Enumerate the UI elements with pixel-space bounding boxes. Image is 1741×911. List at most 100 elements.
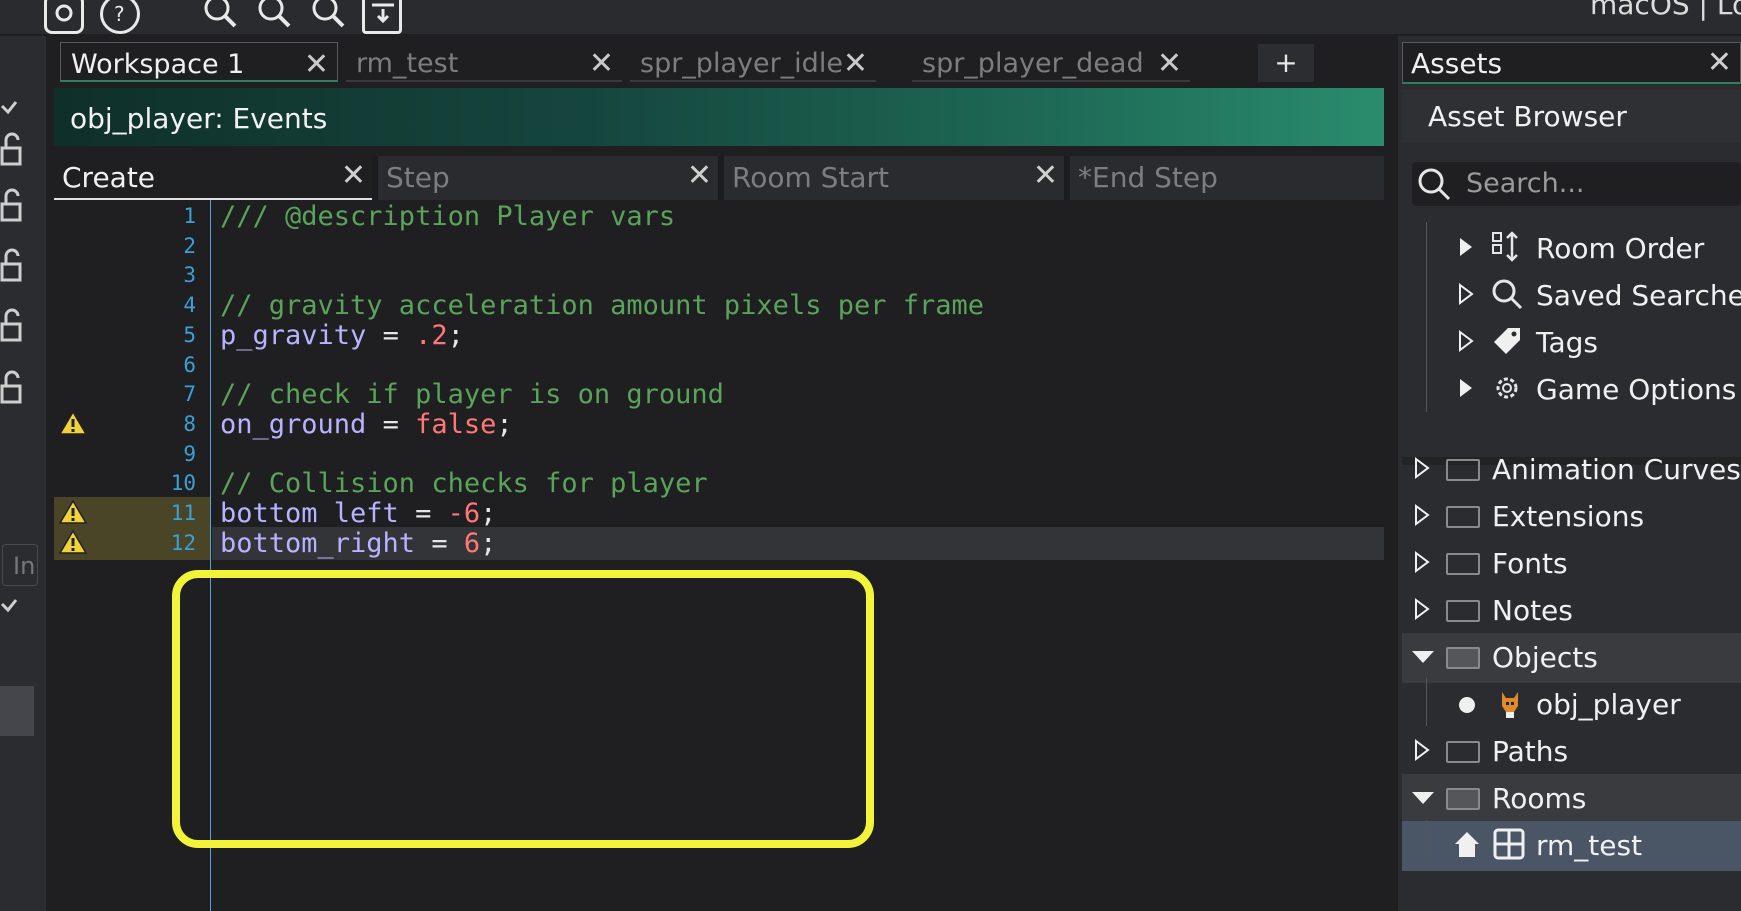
tree-item-obj-player[interactable]: obj_player [1402, 680, 1741, 730]
expand-triangle-icon[interactable] [1414, 457, 1430, 479]
object-events-title: obj_player: Events [70, 102, 328, 135]
tab-spr-player-idle[interactable]: spr_player_idle ✕ [630, 42, 876, 82]
tab-label: Create [62, 161, 156, 194]
tree-item-label: Saved Searches [1536, 279, 1741, 312]
code-token: ; [496, 408, 513, 440]
tree-folder-fonts[interactable]: Fonts [1402, 539, 1741, 589]
strip-input[interactable]: In [2, 544, 38, 586]
asset-browser-label: Asset Browser [1428, 100, 1627, 133]
line-number: 9 [183, 441, 196, 466]
add-tab-button[interactable]: + [1258, 44, 1314, 82]
asset-search-input[interactable]: Search... [1412, 162, 1741, 206]
expand-triangle-icon[interactable] [1458, 330, 1474, 352]
code-token: on_ground [220, 408, 367, 440]
close-icon[interactable]: ✕ [589, 46, 614, 81]
tab-workspace-1[interactable]: Workspace 1 ✕ [60, 42, 338, 82]
code-line[interactable]: bottom_right = 6; [212, 526, 1384, 560]
tree-guide-line [1426, 820, 1427, 860]
tree-item-room-order[interactable]: Room Order [1402, 224, 1741, 274]
warning-icon[interactable] [58, 499, 88, 529]
room-order-icon [1492, 231, 1518, 262]
close-icon[interactable]: ✕ [341, 158, 366, 193]
warning-icon[interactable] [58, 529, 88, 559]
zoom-reset-icon[interactable] [306, 0, 346, 34]
line-number: 11 [170, 501, 196, 525]
zoom-in-icon[interactable] [198, 0, 238, 34]
expand-triangle-icon[interactable] [1414, 598, 1430, 620]
tab-step-event[interactable]: Step ✕ [378, 156, 718, 200]
search-icon [1418, 168, 1451, 201]
tree-item-tags[interactable]: Tags [1402, 318, 1741, 368]
code-line[interactable]: p_gravity = .2; [220, 319, 464, 352]
unlock-icon[interactable] [0, 188, 26, 224]
tree-folder-paths[interactable]: Paths [1402, 727, 1741, 777]
line-number: 4 [183, 293, 196, 318]
close-icon[interactable]: ✕ [1033, 158, 1058, 193]
expand-triangle-icon[interactable] [1414, 739, 1430, 761]
unlock-icon[interactable] [0, 308, 26, 344]
zoom-out-icon[interactable] [252, 0, 292, 34]
close-icon[interactable]: ✕ [1157, 46, 1182, 81]
fit-screen-icon[interactable] [362, 0, 402, 34]
expand-triangle-icon[interactable] [1458, 377, 1474, 399]
object-events-header: obj_player: Events [54, 88, 1384, 146]
unlock-icon[interactable] [0, 248, 26, 284]
gutter-line: 4 [54, 289, 210, 322]
close-icon[interactable]: ✕ [304, 47, 329, 82]
settings-icon[interactable] [44, 0, 84, 34]
tree-item-label: Animation Curves [1492, 453, 1741, 486]
close-icon[interactable]: ✕ [687, 158, 712, 193]
tab-room-start-event[interactable]: Room Start ✕ [724, 156, 1064, 200]
folder-icon [1446, 506, 1480, 528]
help-icon[interactable]: ? [100, 0, 140, 34]
search-icon [1492, 279, 1523, 310]
tree-item-game-options[interactable]: Game Options [1402, 365, 1741, 415]
tree-item-saved-searches[interactable]: Saved Searches [1402, 271, 1741, 321]
checkmark-icon[interactable] [0, 96, 26, 132]
collapse-triangle-icon[interactable] [1410, 790, 1436, 806]
code-line[interactable]: on_ground = false; [220, 408, 513, 441]
tree-folder-objects[interactable]: Objects [1402, 633, 1741, 683]
expand-triangle-icon[interactable] [1458, 236, 1474, 258]
tab-assets[interactable]: Assets ✕ [1402, 42, 1741, 84]
tab-spr-player-dead[interactable]: spr_player_dead ✕ [912, 42, 1190, 82]
code-line[interactable]: // Collision checks for player [220, 467, 708, 500]
code-token: ; [480, 498, 497, 529]
tree-item-label: Tags [1536, 326, 1598, 359]
gutter-line: 7 [54, 378, 210, 411]
code-line[interactable]: bottom_left = -6; [220, 497, 496, 530]
code-editor[interactable]: 1 2 3 4 5 6 7 8 9 10 11 12 /// @description Player … [54, 200, 1384, 911]
tree-item-rm-test[interactable]: rm_test [1402, 821, 1741, 871]
warning-icon[interactable] [58, 410, 88, 440]
folder-open-icon [1446, 647, 1480, 669]
tab-end-step-event[interactable]: *End Step [1070, 156, 1384, 200]
collapse-triangle-icon[interactable] [1410, 649, 1436, 665]
gutter-line: 11 [54, 497, 210, 530]
tab-label: Room Start [732, 161, 890, 194]
tree-folder-animation-curves[interactable]: Animation Curves [1402, 445, 1741, 495]
expand-triangle-icon[interactable] [1414, 551, 1430, 573]
unlock-icon[interactable] [0, 370, 26, 406]
expand-triangle-icon[interactable] [1458, 283, 1474, 305]
tree-folder-notes[interactable]: Notes [1402, 586, 1741, 636]
code-line[interactable]: // check if player is on ground [220, 378, 724, 411]
code-token: ; [447, 319, 464, 351]
code-line[interactable]: /// @description Player vars [220, 200, 675, 233]
tab-label: Workspace 1 [71, 49, 245, 80]
tree-folder-extensions[interactable]: Extensions [1402, 492, 1741, 542]
unlock-icon[interactable] [0, 132, 26, 168]
tab-create-event[interactable]: Create ✕ [54, 156, 372, 200]
checkmark-icon[interactable] [0, 594, 26, 630]
expand-triangle-icon[interactable] [1414, 504, 1430, 526]
close-icon[interactable]: ✕ [843, 46, 868, 81]
platform-label[interactable]: macOS | Lo [1590, 0, 1741, 21]
code-token: ; [480, 527, 497, 559]
tab-rm-test[interactable]: rm_test ✕ [346, 42, 622, 82]
code-line[interactable]: // gravity acceleration amount pixels pe… [220, 289, 984, 322]
gear-icon [1496, 377, 1518, 399]
code-token: // Collision checks for player [220, 468, 708, 500]
line-number: 1 [183, 204, 196, 228]
tree-folder-rooms[interactable]: Rooms [1402, 774, 1741, 824]
close-icon[interactable]: ✕ [1707, 45, 1732, 80]
line-number: 6 [183, 352, 196, 377]
